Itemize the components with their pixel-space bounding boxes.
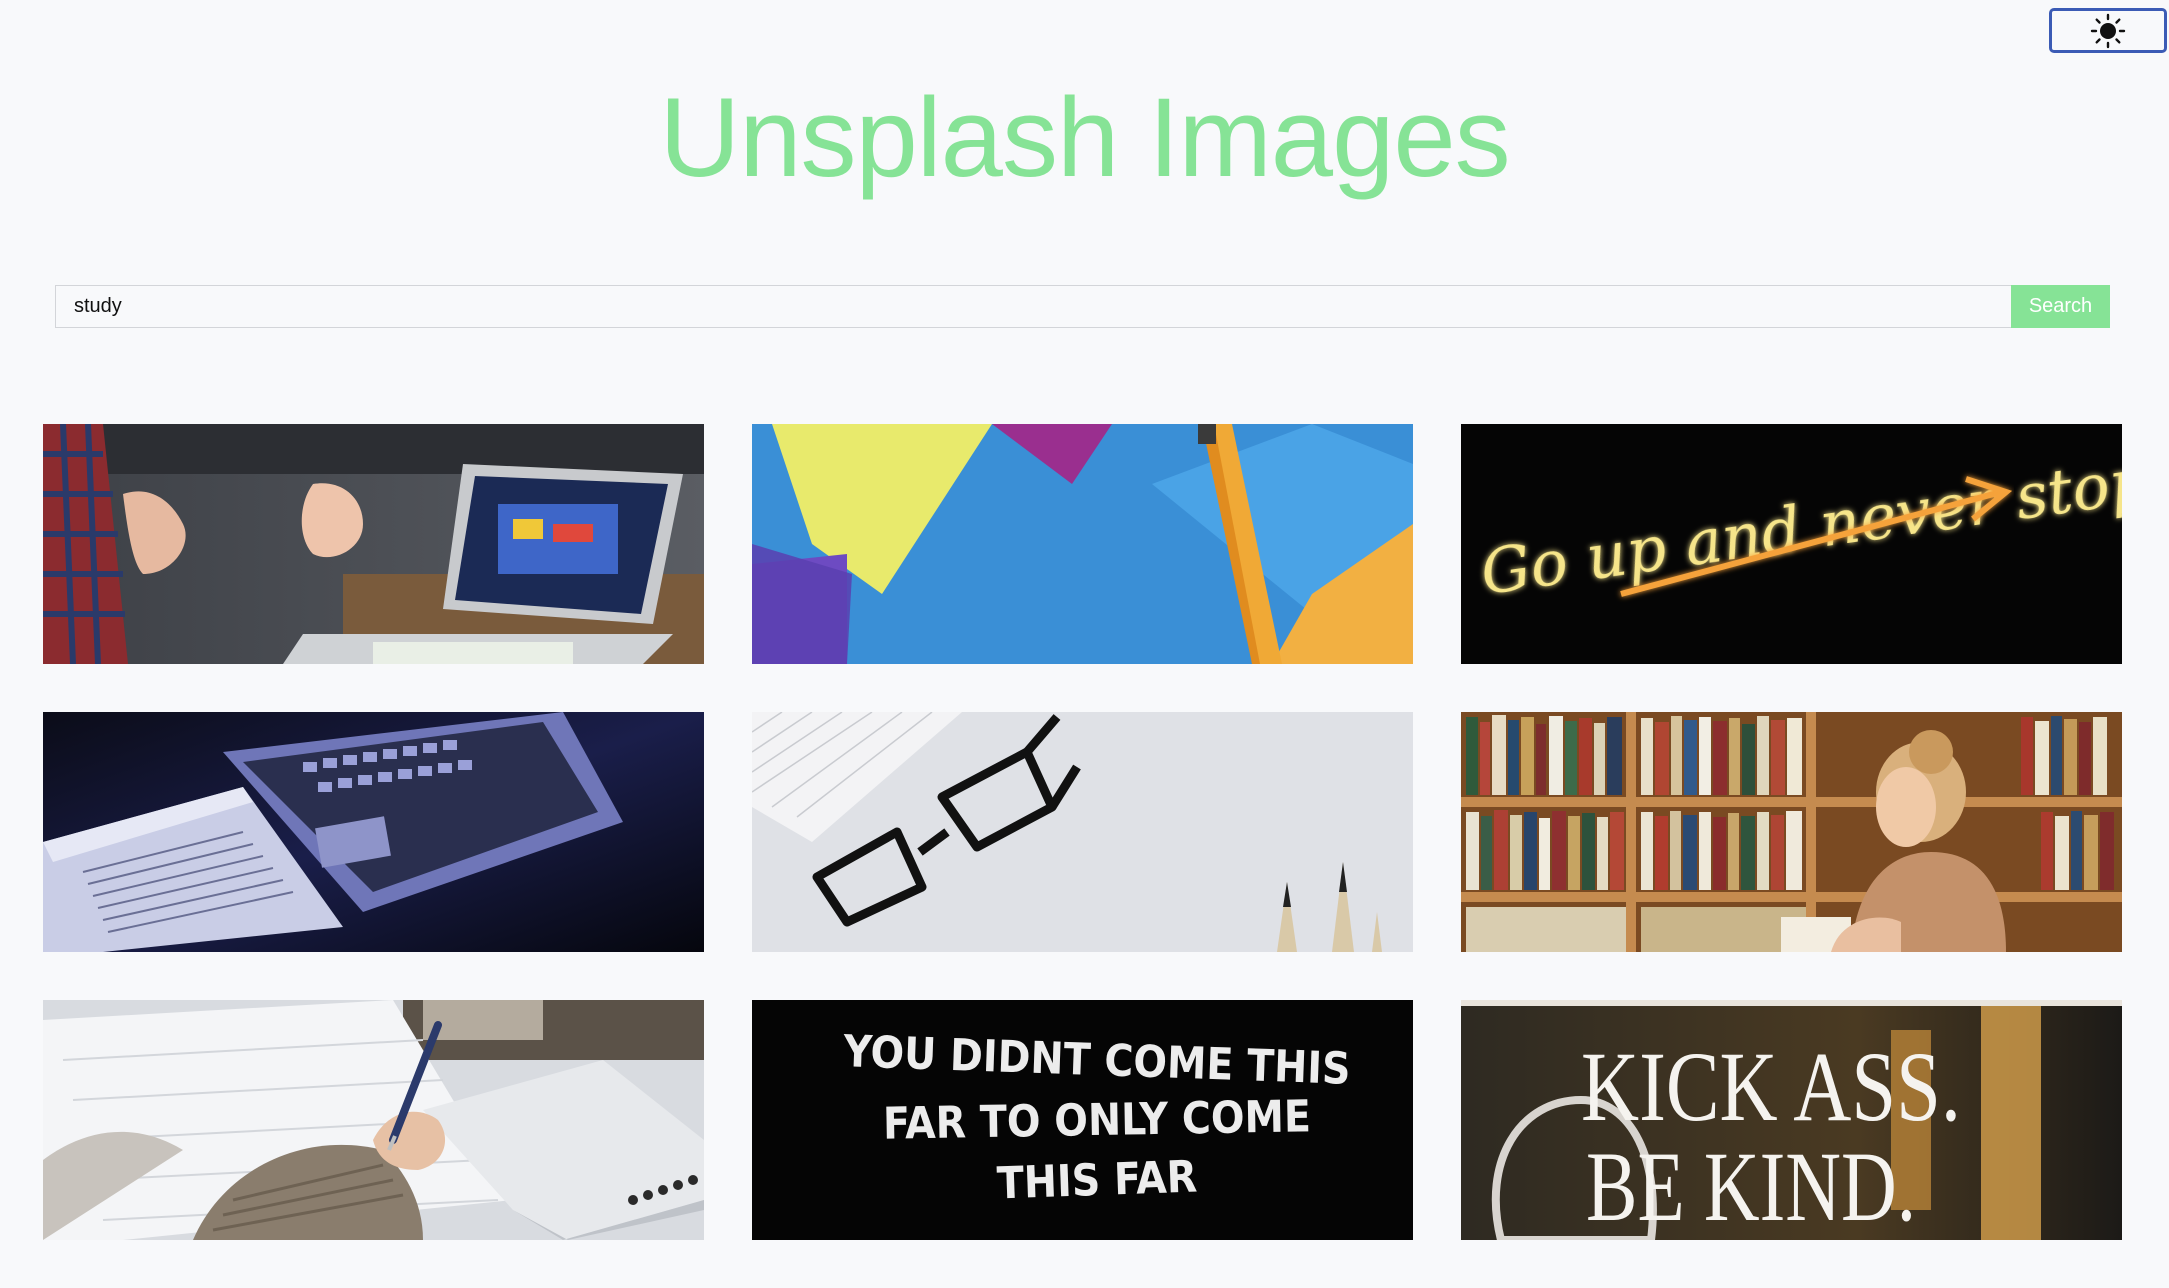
gallery-image-window-quote[interactable]: KICK ASS. BE KIND. [1461,1000,2122,1240]
search-button[interactable]: Search [2011,285,2110,328]
image-gallery: Go up and never stop YOU DIDNT COME THIS… [43,424,2122,1240]
window-quote-line-2: BE KIND. [1586,1131,1916,1240]
gallery-image-neon-sign[interactable]: Go up and never stop [1461,424,2122,664]
gallery-image-eyeglasses[interactable] [752,712,1413,952]
gallery-image-laptop-meeting[interactable] [43,424,704,664]
letterboard-line-3: THIS FAR [996,1152,1198,1210]
gallery-image-colorful-envelopes[interactable] [752,424,1413,664]
gallery-image-dark-laptop-book[interactable] [43,712,704,952]
gallery-image-letterboard-quote[interactable]: YOU DIDNT COME THIS FAR TO ONLY COME THI… [752,1000,1413,1240]
gallery-image-hand-writing[interactable] [43,1000,704,1240]
search-bar: Search [55,285,2110,328]
gallery-image-bookshelf[interactable] [1461,712,2122,952]
window-quote-line-1: KICK ASS. [1581,1031,1961,1142]
sun-icon [2090,13,2126,48]
letterboard-line-2: FAR TO ONLY COME [883,1091,1312,1149]
page-title: Unsplash Images [659,75,1510,200]
search-input[interactable] [55,285,2011,328]
theme-toggle-button[interactable] [2049,8,2167,53]
